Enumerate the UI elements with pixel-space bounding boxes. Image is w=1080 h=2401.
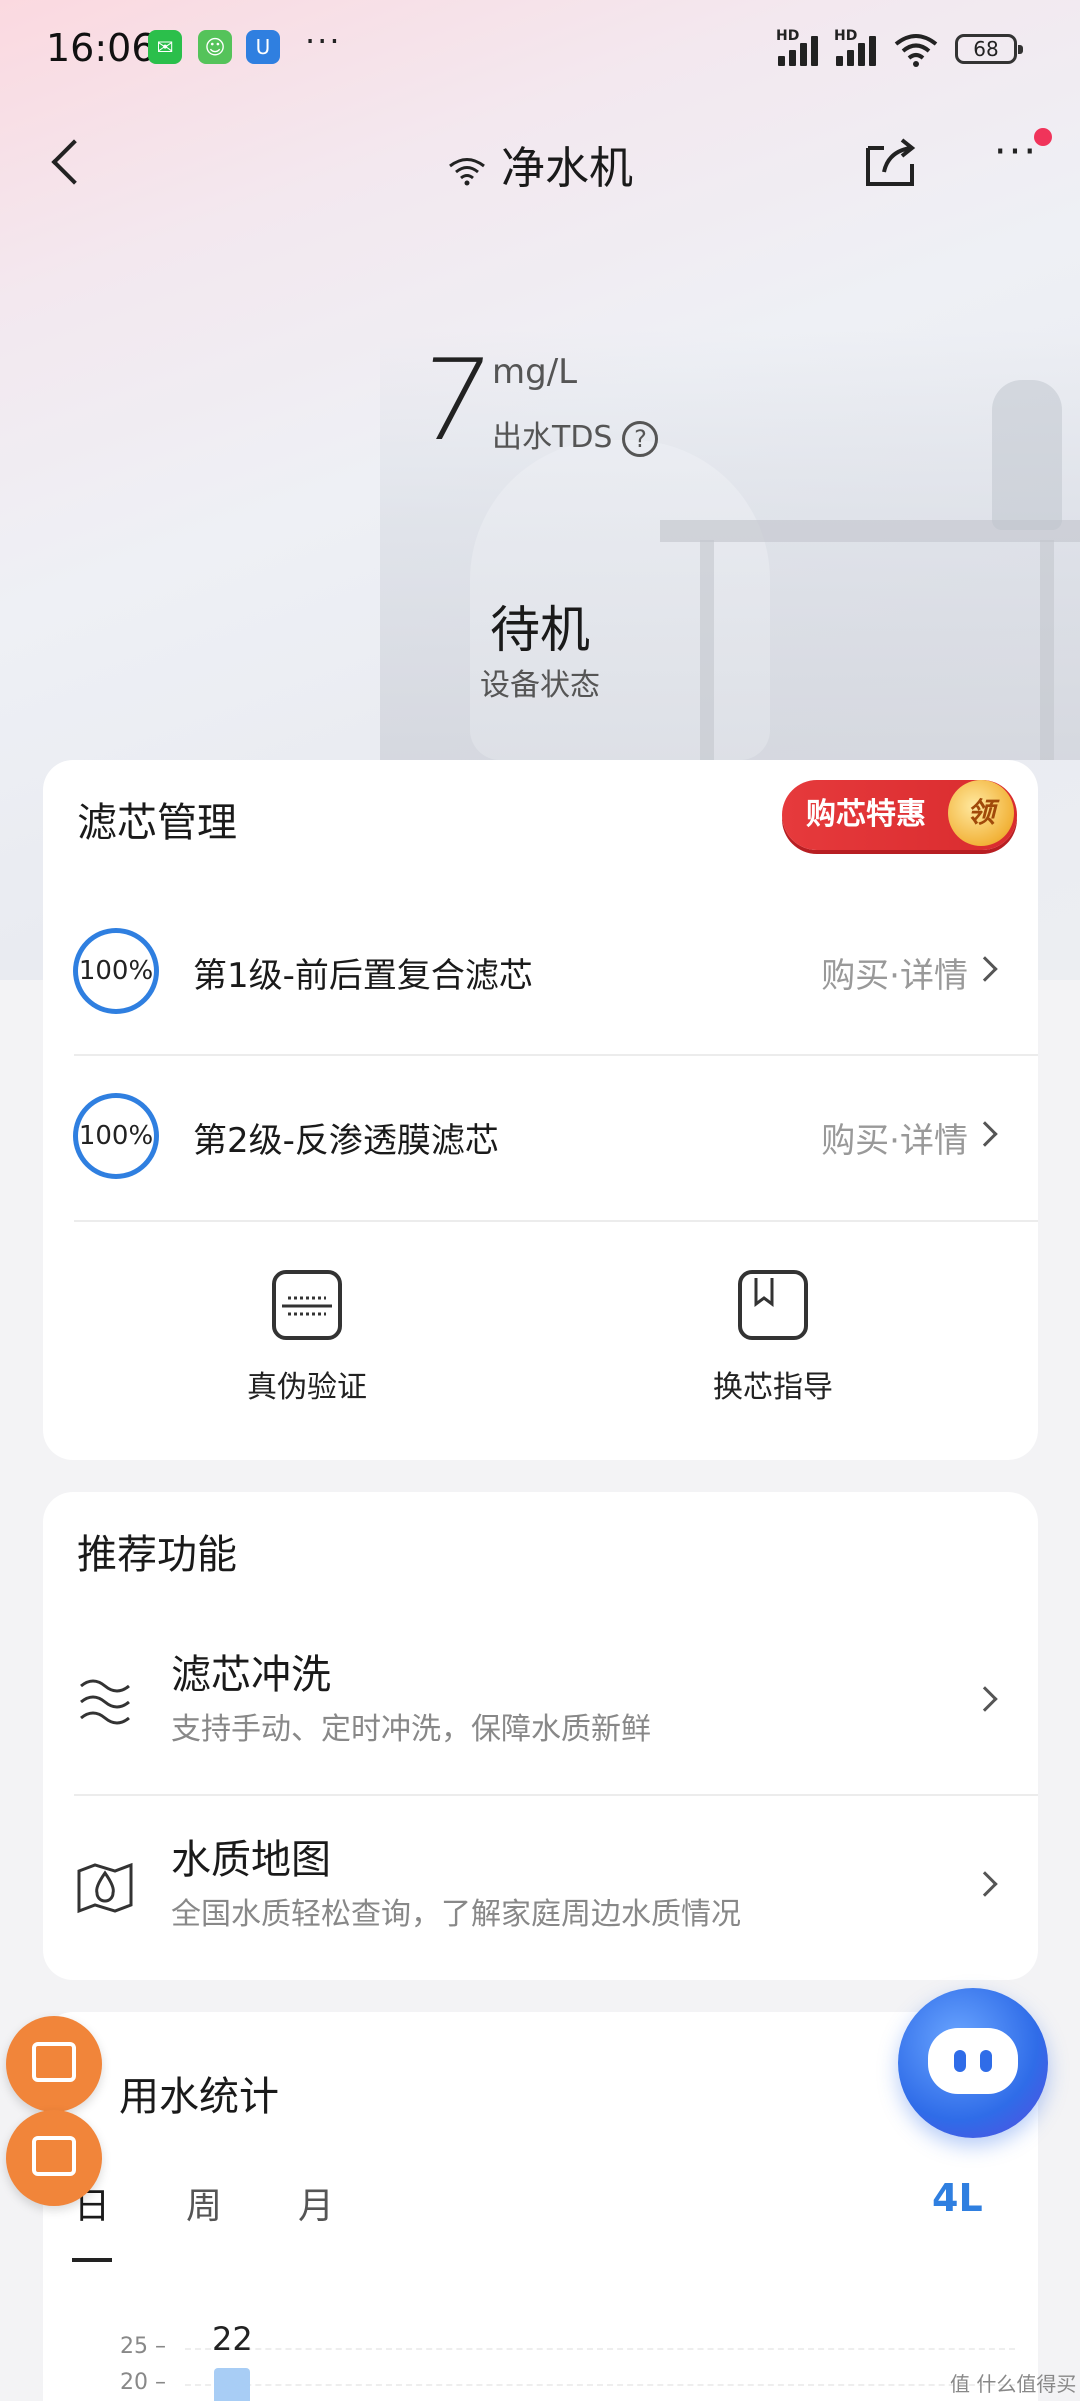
battery-icon: 68 [955,34,1023,64]
recommend-card-title: 推荐功能 [77,1532,237,1578]
app-notification-icon: ☺ [198,30,232,64]
tds-label-text: 出水TDS [492,420,613,455]
usage-bar [214,2368,250,2401]
robot-eye [954,2050,966,2072]
share-button[interactable] [862,134,918,190]
usage-total: 4L [932,2176,983,2220]
crop-icon [32,2042,76,2082]
map-drop-icon [77,1862,133,1914]
chevron-right-icon [972,1121,998,1147]
filter-buy-link[interactable]: 购买·详情 [821,1113,968,1162]
feature-title: 水质地图 [171,1837,331,1883]
filter-progress-ring: 100% [73,1093,159,1179]
chevron-right-icon [972,956,998,982]
filter-percent: 100% [78,1121,154,1151]
tab-indicator [72,2258,112,2262]
divider [74,1220,1038,1222]
status-bar: 16:06 ✉ ☺ U ··· HD HD 68 [0,0,1080,100]
wechat-icon: ✉ [148,30,182,64]
grid-line [185,2348,1015,2350]
filter-progress-ring: 100% [73,928,159,1014]
chevron-right-icon [972,1686,998,1712]
y-tick-label: 25 – [120,2334,166,2359]
help-icon[interactable]: ? [622,420,659,457]
chevron-right-icon [972,1871,998,1897]
tab-month[interactable]: 月 [298,2177,334,2229]
vase-decoration [992,380,1062,530]
device-state-label: 设备状态 [480,668,600,703]
filter-row[interactable]: 100% 第1级-前后置复合滤芯 购买·详情 [43,890,1038,1055]
screenshot-touch-button[interactable] [6,2110,102,2206]
tab-week[interactable]: 周 [186,2177,222,2229]
filter-name: 第1级-前后置复合滤芯 [193,956,533,996]
page-title: 净水机 [0,132,1080,196]
screenshot-crop-button[interactable] [6,2016,102,2112]
signal-icon [836,32,886,66]
feature-item-flush[interactable]: 滤芯冲洗 支持手动、定时冲洗，保障水质新鲜 [43,1610,1038,1795]
robot-eye [980,2050,992,2072]
grid-line [185,2384,1015,2386]
promo-label: 购芯特惠 [806,797,926,832]
nav-bar: 净水机 ··· [0,110,1080,220]
signal-icon [778,32,828,66]
feature-title: 滤芯冲洗 [171,1652,331,1698]
feature-subtitle: 支持手动、定时冲洗，保障水质新鲜 [171,1712,651,1747]
filter-card-title: 滤芯管理 [77,800,237,846]
promo-coin-icon[interactable]: 领 [948,780,1014,846]
bar-value-label: 22 [212,2320,253,2358]
status-time: 16:06 [46,26,156,70]
authenticity-check-button[interactable]: 真伪验证 [207,1270,407,1406]
replacement-guide-button[interactable]: 换芯指导 [673,1270,873,1406]
assistant-bot-button[interactable] [898,1988,1048,2138]
filter-buy-link[interactable]: 购买·详情 [821,948,968,997]
tds-label: 出水TDS? [492,412,659,457]
app-notification-icon: U [246,30,280,64]
touch-crop-icon [32,2136,76,2176]
filter-name: 第2级-反渗透膜滤芯 [193,1121,499,1161]
tds-unit: mg/L [492,352,578,392]
feature-subtitle: 全国水质轻松查询，了解家庭周边水质情况 [171,1897,741,1932]
scan-icon [272,1270,342,1340]
wifi-status-icon [449,158,485,186]
wifi-icon [894,34,938,67]
notification-dot [1034,128,1052,146]
device-state: 待机 [490,601,590,659]
y-tick-label: 20 – [120,2370,166,2395]
robot-icon [928,2028,1018,2094]
stats-card-title: 用水统计 [119,2074,279,2120]
watermark: 值 什么值得买 [950,2372,1077,2396]
waves-icon [80,1679,130,1725]
tool-label: 换芯指导 [713,1370,833,1405]
status-overflow: ··· [305,22,342,60]
feature-item-water-map[interactable]: 水质地图 全国水质轻松查询，了解家庭周边水质情况 [43,1795,1038,1980]
filter-percent: 100% [78,956,154,986]
filter-row[interactable]: 100% 第2级-反渗透膜滤芯 购买·详情 [43,1055,1038,1220]
book-icon [738,1270,808,1340]
page-title-text: 净水机 [501,143,633,194]
tool-label: 真伪验证 [247,1370,367,1405]
